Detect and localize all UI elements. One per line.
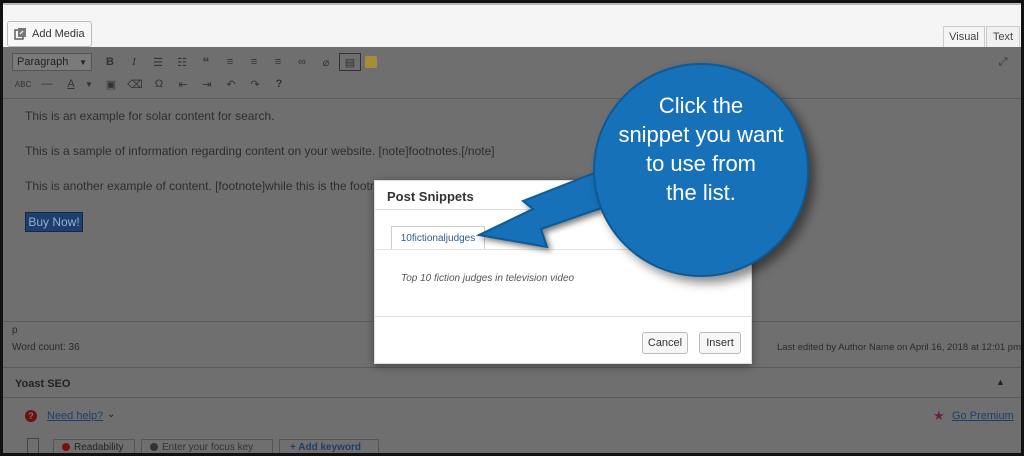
red-dot-icon	[62, 443, 70, 451]
last-edited: Last edited by Author Name on April 16, …	[777, 342, 1021, 353]
callout-line-2: snippet you want	[618, 122, 784, 147]
text-color-dropdown-icon[interactable]: ▼	[78, 75, 100, 93]
yoast-header-divider	[3, 397, 1021, 398]
add-media-button[interactable]: Add Media	[7, 21, 92, 47]
dialog-footer-divider	[375, 316, 751, 317]
readability-label: Readability	[74, 441, 124, 453]
redo-icon[interactable]: ↷	[244, 75, 266, 93]
focus-keyword-label: Enter your focus key	[162, 441, 254, 453]
blockquote-icon[interactable]: “	[195, 53, 217, 71]
yoast-divider	[3, 367, 1021, 368]
add-keyword-button[interactable]: + Add keyword	[279, 439, 379, 453]
unlink-icon[interactable]: ⌀	[315, 53, 337, 71]
undo-icon[interactable]: ↶	[220, 75, 242, 93]
snippet-tab[interactable]: 10fictionaljudges	[391, 226, 485, 250]
gray-dot-icon	[150, 443, 158, 451]
fullscreen-icon[interactable]: ⤢	[992, 53, 1014, 71]
buy-now-button[interactable]: Buy Now!	[25, 212, 83, 232]
chevron-down-icon: ▼	[79, 57, 87, 67]
editor-paragraph-3[interactable]: This is another example of content. [foo…	[25, 179, 383, 193]
add-media-label: Add Media	[32, 28, 85, 40]
readability-tab[interactable]: Readability	[53, 439, 135, 453]
italic-icon[interactable]: I	[123, 53, 145, 71]
format-select[interactable]: Paragraph ▼	[12, 53, 92, 71]
top-divider	[3, 3, 1021, 5]
align-left-icon[interactable]: ≡	[219, 53, 241, 71]
collapse-icon[interactable]: ▲	[996, 377, 1005, 387]
insert-button[interactable]: Insert	[699, 332, 741, 354]
special-character-icon[interactable]: Ω	[148, 75, 170, 93]
media-icon	[14, 28, 26, 40]
paste-text-icon[interactable]: ▣	[100, 75, 122, 93]
cancel-button[interactable]: Cancel	[642, 332, 688, 354]
star-icon: ★	[933, 408, 945, 423]
horizontal-rule-icon[interactable]: —	[36, 75, 58, 93]
callout-line-3: to use from	[645, 151, 757, 176]
yoast-title: Yoast SEO	[15, 378, 71, 390]
toolbar-toggle-icon[interactable]: ▤	[339, 53, 361, 71]
editor-paragraph-2[interactable]: This is a sample of information regardin…	[25, 144, 495, 158]
editor-paragraph-1[interactable]: This is an example for solar content for…	[25, 109, 274, 123]
strikethrough-icon[interactable]: ABC	[12, 75, 34, 93]
bullet-list-icon[interactable]: ☰	[147, 53, 169, 71]
chevron-down-icon[interactable]: ⌄	[107, 409, 115, 420]
bold-icon[interactable]: B	[99, 53, 121, 71]
toggle-icon[interactable]	[27, 438, 39, 453]
callout-text: Click the snippet you want to use from t…	[593, 91, 809, 207]
outdent-icon[interactable]: ⇤	[172, 75, 194, 93]
clear-formatting-icon[interactable]: ⌫	[124, 75, 146, 93]
go-premium-link[interactable]: Go Premium	[952, 410, 1014, 422]
align-right-icon[interactable]: ≡	[267, 53, 289, 71]
toolbar-divider	[3, 98, 1021, 99]
callout-line-1: Click the	[658, 93, 744, 118]
dialog-title: Post Snippets	[387, 189, 474, 204]
need-help-link[interactable]: Need help?	[47, 410, 103, 422]
indent-icon[interactable]: ⇥	[196, 75, 218, 93]
word-count: Word count: 36	[12, 342, 80, 353]
help-icon[interactable]: ?	[268, 75, 290, 93]
focus-keyword-tab[interactable]: Enter your focus key	[141, 439, 273, 453]
screenshot-frame: Add Media Visual Text Paragraph ▼ B I ☰ …	[0, 0, 1024, 456]
snippet-icon[interactable]	[365, 56, 377, 68]
question-icon[interactable]: ?	[25, 410, 37, 422]
callout-line-4: the list.	[666, 180, 736, 205]
numbered-list-icon[interactable]: ☷	[171, 53, 193, 71]
tab-text[interactable]: Text	[986, 26, 1020, 47]
link-icon[interactable]: ∞	[291, 53, 313, 71]
format-select-value: Paragraph	[17, 56, 69, 68]
snippet-description: Top 10 fiction judges in television vide…	[401, 273, 575, 284]
element-path: p	[12, 325, 18, 336]
tab-visual[interactable]: Visual	[943, 26, 985, 47]
align-center-icon[interactable]: ≡	[243, 53, 265, 71]
editor-top-bar	[3, 3, 1021, 47]
